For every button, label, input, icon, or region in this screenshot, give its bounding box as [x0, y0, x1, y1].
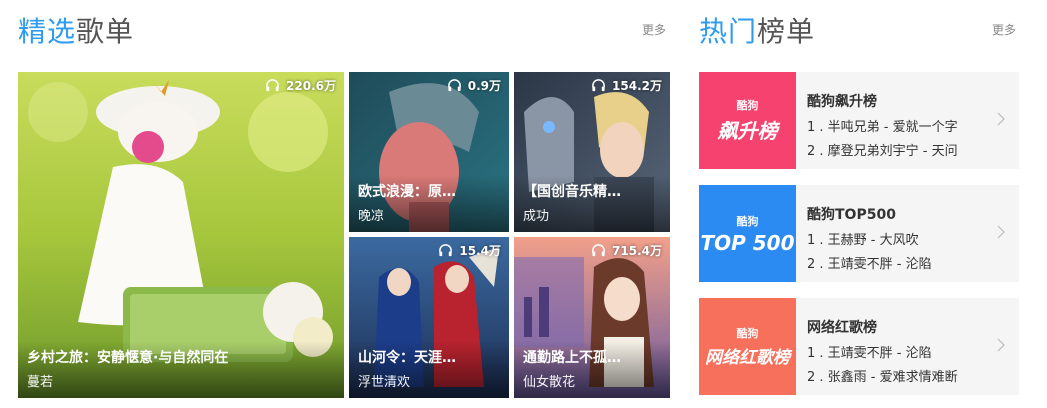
chart-track-1[interactable]: 1 . 王赫野 - 大风吹	[807, 229, 919, 248]
playlist-author[interactable]: 晚凉	[358, 205, 500, 224]
chart-item[interactable]: 酷狗 TOP 500 酷狗TOP500 1 . 王赫野 - 大风吹 2 . 王靖…	[699, 185, 1019, 282]
playlist-card[interactable]: 220.6万 乡村之旅：安静惬意·与自然同在 蔓若	[18, 72, 344, 398]
chevron-right-icon[interactable]	[995, 225, 1007, 239]
chart-cover-brand: 酷狗	[736, 327, 759, 340]
chart-name[interactable]: 酷狗TOP500	[807, 204, 896, 224]
featured-more-link[interactable]: 更多	[642, 21, 666, 38]
chart-cover: 酷狗 网络红歌榜	[699, 298, 796, 395]
charts-more-link[interactable]: 更多	[992, 21, 1016, 38]
playlist-card[interactable]: 154.2万 【国创音乐精… 成功	[514, 72, 670, 232]
chart-cover-text: TOP 500	[700, 230, 795, 255]
playlist-info: 通勤路上不孤… 仙女散花	[514, 341, 670, 398]
playlist-card[interactable]: 715.4万 通勤路上不孤… 仙女散花	[514, 237, 670, 398]
charts-title-rest: 榜单	[757, 15, 816, 48]
chart-track-2[interactable]: 2 . 张鑫雨 - 爱难求情难断	[807, 366, 958, 385]
playlist-card[interactable]: 15.4万 山河令：天涯… 浮世清欢	[349, 237, 509, 398]
playlist-card[interactable]: 0.9万 欧式浪漫：原… 晚凉	[349, 72, 509, 232]
chart-cover: 酷狗 TOP 500	[699, 185, 796, 282]
playlist-title[interactable]: 乡村之旅：安静惬意·与自然同在	[27, 347, 335, 367]
playlist-author[interactable]: 浮世清欢	[358, 371, 500, 390]
playlist-info: 山河令：天涯… 浮世清欢	[349, 341, 509, 398]
charts-title-highlight: 热门	[699, 15, 758, 48]
play-count: 154.2万	[591, 77, 662, 94]
headphones-icon	[266, 79, 279, 92]
chart-cover-brand: 酷狗	[736, 99, 759, 112]
featured-playlists-title: 精选歌单	[18, 10, 134, 50]
featured-title-highlight: 精选	[18, 15, 77, 48]
playlist-info: 【国创音乐精… 成功	[514, 175, 670, 232]
play-count-value: 715.4万	[612, 244, 662, 258]
playlist-author[interactable]: 蔓若	[27, 371, 335, 390]
chevron-right-icon[interactable]	[995, 338, 1007, 352]
playlist-info: 乡村之旅：安静惬意·与自然同在 蔓若	[18, 341, 344, 398]
headphones-icon	[592, 79, 605, 92]
chart-name[interactable]: 酷狗飙升榜	[807, 91, 877, 111]
headphones-icon	[592, 244, 605, 257]
chart-track-2[interactable]: 2 . 摩登兄弟刘宇宁 - 天问	[807, 140, 958, 159]
chart-track-1[interactable]: 1 . 王靖雯不胖 - 沦陷	[807, 342, 932, 361]
featured-title-rest: 歌单	[76, 15, 135, 48]
chart-cover: 酷狗 飙升榜	[699, 72, 796, 169]
playlist-title[interactable]: 【国创音乐精…	[523, 181, 661, 201]
chart-item[interactable]: 酷狗 飙升榜 酷狗飙升榜 1 . 半吨兄弟 - 爱就一个字 2 . 摩登兄弟刘宇…	[699, 72, 1019, 169]
chart-track-1[interactable]: 1 . 半吨兄弟 - 爱就一个字	[807, 116, 958, 135]
chart-cover-brand: 酷狗	[736, 214, 759, 228]
play-count-value: 15.4万	[459, 244, 501, 258]
hot-charts-title: 热门榜单	[699, 10, 815, 50]
play-count: 715.4万	[591, 242, 662, 259]
play-count: 15.4万	[438, 242, 501, 259]
chart-item[interactable]: 酷狗 网络红歌榜 网络红歌榜 1 . 王靖雯不胖 - 沦陷 2 . 张鑫雨 - …	[699, 298, 1019, 395]
play-count-value: 220.6万	[286, 79, 336, 93]
play-count-value: 154.2万	[612, 79, 662, 93]
play-count: 0.9万	[447, 77, 501, 94]
playlist-info: 欧式浪漫：原… 晚凉	[349, 175, 509, 232]
chart-name[interactable]: 网络红歌榜	[807, 317, 877, 337]
headphones-icon	[439, 244, 453, 257]
chevron-right-icon[interactable]	[995, 112, 1007, 126]
playlist-title[interactable]: 欧式浪漫：原…	[358, 181, 500, 201]
play-count-value: 0.9万	[467, 79, 501, 93]
chart-track-2[interactable]: 2 . 王靖雯不胖 - 沦陷	[807, 253, 932, 272]
chart-cover-text: 网络红歌榜	[705, 348, 790, 368]
chart-cover-text: 飙升榜	[717, 119, 778, 143]
playlist-author[interactable]: 成功	[523, 205, 661, 224]
playlist-title[interactable]: 山河令：天涯…	[358, 347, 500, 367]
playlist-author[interactable]: 仙女散花	[523, 371, 661, 390]
play-count: 220.6万	[265, 77, 336, 94]
playlist-title[interactable]: 通勤路上不孤…	[523, 347, 661, 367]
headphones-icon	[447, 79, 461, 92]
